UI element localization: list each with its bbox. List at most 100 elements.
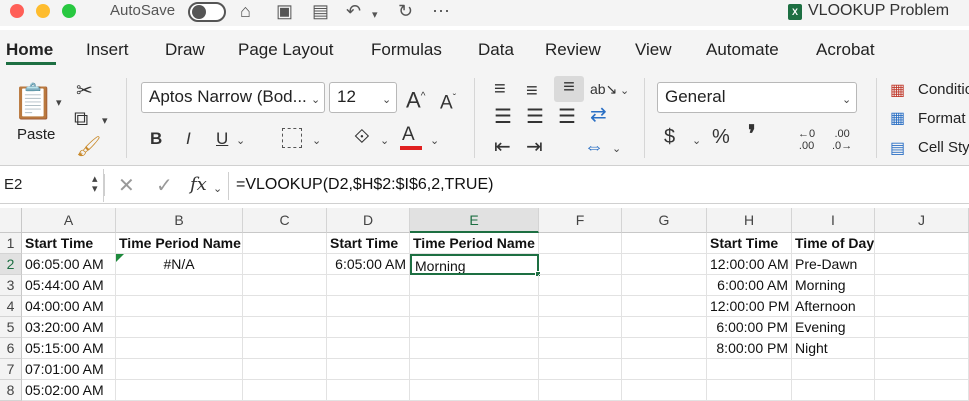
underline-chevron-icon[interactable]: ⌄ xyxy=(236,134,245,147)
row-header-4[interactable]: 4 xyxy=(0,296,22,317)
cell-a3[interactable]: 05:44:00 AM xyxy=(22,275,116,296)
cell-f5[interactable] xyxy=(539,317,622,338)
cell-g5[interactable] xyxy=(622,317,707,338)
select-all-corner[interactable] xyxy=(0,208,22,233)
cell-f1[interactable] xyxy=(539,233,622,254)
cell-b1[interactable]: Time Period Name xyxy=(116,233,243,254)
increase-decimal-button[interactable]: ←0.00 xyxy=(798,128,815,152)
minimize-window-button[interactable] xyxy=(36,4,50,18)
format-as-table-label[interactable]: Format xyxy=(918,110,966,127)
cell-j3[interactable] xyxy=(875,275,969,296)
cell-h4[interactable]: 12:00:00 PM xyxy=(707,296,792,317)
cell-c6[interactable] xyxy=(243,338,327,359)
cell-d7[interactable] xyxy=(327,359,410,380)
cell-styles-icon[interactable]: ▤ xyxy=(890,138,905,160)
decrease-decimal-button[interactable]: .00.0→ xyxy=(832,128,852,152)
column-header-g[interactable]: G xyxy=(622,208,707,233)
cell-i4[interactable]: Afternoon xyxy=(792,296,875,317)
row-header-8[interactable]: 8 xyxy=(0,380,22,401)
insert-function-button[interactable]: fx xyxy=(190,174,207,196)
cell-j5[interactable] xyxy=(875,317,969,338)
orientation-chevron-icon[interactable]: ⌄ xyxy=(620,84,629,97)
increase-indent-icon[interactable]: ⇥ xyxy=(526,136,543,158)
tab-draw[interactable]: Draw xyxy=(165,40,205,60)
borders-icon[interactable] xyxy=(282,128,302,148)
align-middle-icon[interactable]: ≡ xyxy=(526,80,538,102)
tab-page-layout[interactable]: Page Layout xyxy=(238,40,333,60)
tab-review[interactable]: Review xyxy=(545,40,601,60)
cell-g6[interactable] xyxy=(622,338,707,359)
format-painter-icon[interactable]: 🖌 xyxy=(76,136,101,158)
redo-icon[interactable]: ↻ xyxy=(398,1,413,21)
cell-e3[interactable] xyxy=(410,275,539,296)
underline-button[interactable]: U xyxy=(216,128,228,150)
cell-b7[interactable] xyxy=(116,359,243,380)
cell-i8[interactable] xyxy=(792,380,875,401)
cell-i5[interactable]: Evening xyxy=(792,317,875,338)
copy-dropdown-chevron-icon[interactable]: ▾ xyxy=(102,114,108,127)
cell-h1[interactable]: Start Time xyxy=(707,233,792,254)
currency-chevron-icon[interactable]: ⌄ xyxy=(692,134,701,147)
align-bottom-icon[interactable]: ≡ xyxy=(554,76,584,102)
cell-b3[interactable] xyxy=(116,275,243,296)
font-name-select[interactable]: Aptos Narrow (Bod... xyxy=(141,82,325,113)
cell-c8[interactable] xyxy=(243,380,327,401)
number-format-chevron-icon[interactable]: ⌄ xyxy=(842,93,851,106)
font-name-chevron-icon[interactable]: ⌄ xyxy=(311,93,320,106)
font-color-chevron-icon[interactable]: ⌄ xyxy=(430,134,439,147)
cell-d6[interactable] xyxy=(327,338,410,359)
cell-g7[interactable] xyxy=(622,359,707,380)
save-as-icon[interactable]: ▤ xyxy=(312,1,329,21)
cell-c1[interactable] xyxy=(243,233,327,254)
cell-j2[interactable] xyxy=(875,254,969,275)
formula-input[interactable]: =VLOOKUP(D2,$H$2:$I$6,2,TRUE) xyxy=(236,176,493,194)
paste-dropdown-chevron-icon[interactable]: ▾ xyxy=(56,96,62,109)
cell-g2[interactable] xyxy=(622,254,707,275)
cell-a5[interactable]: 03:20:00 AM xyxy=(22,317,116,338)
orientation-icon[interactable]: ab↘ xyxy=(590,78,617,100)
cell-f7[interactable] xyxy=(539,359,622,380)
name-box[interactable]: E2 xyxy=(0,169,104,202)
cell-d3[interactable] xyxy=(327,275,410,296)
cell-i7[interactable] xyxy=(792,359,875,380)
align-top-icon[interactable]: ≡ xyxy=(494,78,506,100)
column-header-h[interactable]: H xyxy=(707,208,792,233)
cell-styles-label[interactable]: Cell Sty xyxy=(918,139,969,156)
cell-e1[interactable]: Time Period Name xyxy=(410,233,539,254)
column-header-a[interactable]: A xyxy=(22,208,116,233)
maximize-window-button[interactable] xyxy=(62,4,76,18)
fill-color-chevron-icon[interactable]: ⌄ xyxy=(380,134,389,147)
font-color-icon[interactable]: A xyxy=(402,124,415,146)
cell-c2[interactable] xyxy=(243,254,327,275)
tab-data[interactable]: Data xyxy=(478,40,514,60)
cell-f2[interactable] xyxy=(539,254,622,275)
cell-c5[interactable] xyxy=(243,317,327,338)
borders-chevron-icon[interactable]: ⌄ xyxy=(312,134,321,147)
cell-a4[interactable]: 04:00:00 AM xyxy=(22,296,116,317)
cell-i1[interactable]: Time of Day xyxy=(792,233,875,254)
row-header-7[interactable]: 7 xyxy=(0,359,22,380)
cell-c7[interactable] xyxy=(243,359,327,380)
fill-color-bucket-icon[interactable]: ⟐ xyxy=(354,126,370,148)
font-size-chevron-icon[interactable]: ⌄ xyxy=(382,93,391,106)
row-header-3[interactable]: 3 xyxy=(0,275,22,296)
cell-g1[interactable] xyxy=(622,233,707,254)
cell-g4[interactable] xyxy=(622,296,707,317)
cell-h6[interactable]: 8:00:00 PM xyxy=(707,338,792,359)
insert-function-chevron-icon[interactable]: ⌄ xyxy=(213,182,222,195)
italic-button[interactable]: I xyxy=(186,128,191,150)
tab-acrobat[interactable]: Acrobat xyxy=(816,40,875,60)
row-header-1[interactable]: 1 xyxy=(0,233,22,254)
cell-d8[interactable] xyxy=(327,380,410,401)
cell-e8[interactable] xyxy=(410,380,539,401)
cell-d2[interactable]: 6:05:00 AM xyxy=(327,254,410,275)
align-left-icon[interactable]: ☰ xyxy=(494,106,512,128)
format-as-table-icon[interactable]: ▦ xyxy=(890,108,905,130)
cell-b8[interactable] xyxy=(116,380,243,401)
row-header-5[interactable]: 5 xyxy=(0,317,22,338)
cell-d5[interactable] xyxy=(327,317,410,338)
column-header-b[interactable]: B xyxy=(116,208,243,233)
confirm-entry-icon[interactable]: ✓ xyxy=(156,175,173,197)
row-header-6[interactable]: 6 xyxy=(0,338,22,359)
comma-style-button[interactable]: ❜ xyxy=(748,123,756,147)
